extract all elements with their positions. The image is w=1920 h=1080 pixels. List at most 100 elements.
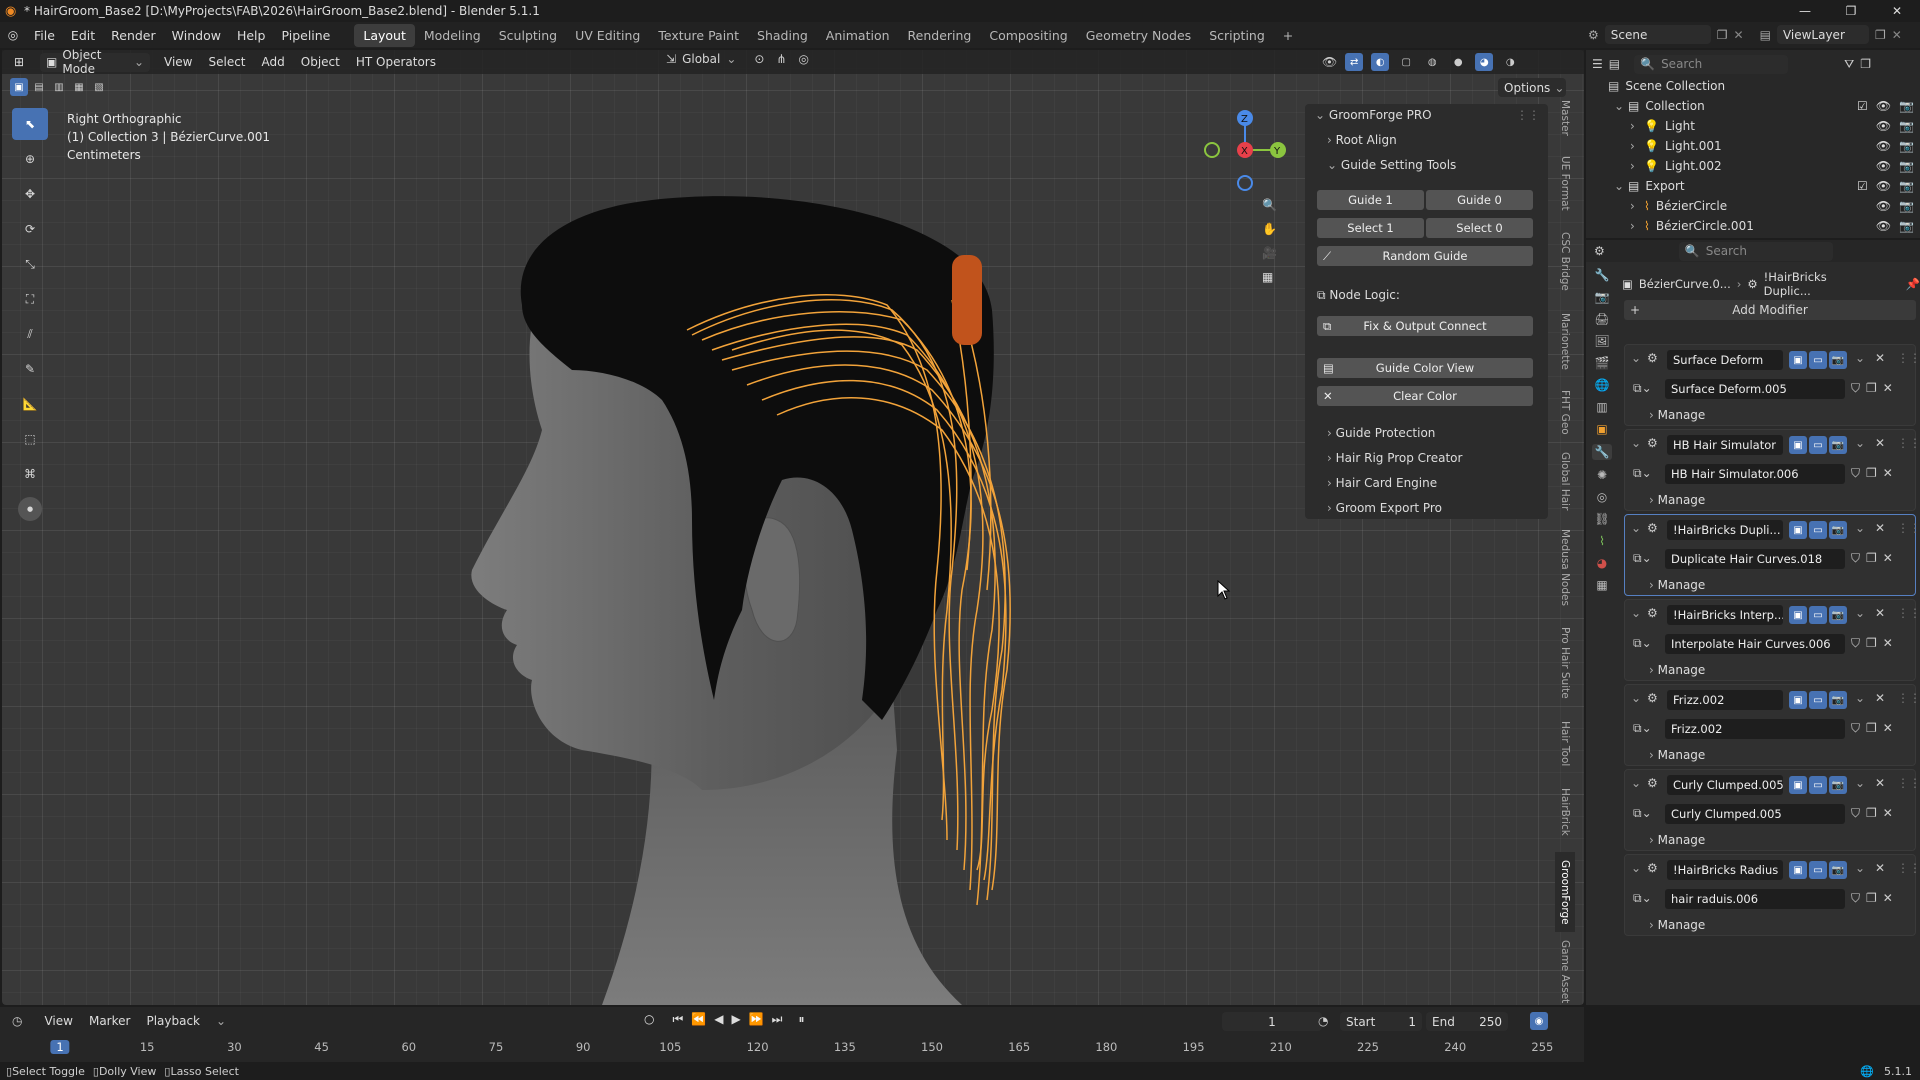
- texture-properties-icon[interactable]: ▦: [1596, 578, 1607, 592]
- section-guide-protection[interactable]: Guide Protection: [1336, 426, 1436, 440]
- drag-handle-icon[interactable]: ⋮⋮: [1897, 861, 1920, 875]
- unlink-icon[interactable]: ✕: [1883, 381, 1893, 396]
- scene-collection-row[interactable]: ▤ Scene Collection: [1586, 76, 1920, 96]
- tab-uv-editing[interactable]: UV Editing: [566, 24, 649, 47]
- fix-output-connect-button[interactable]: ⧉ Fix & Output Connect: [1317, 316, 1533, 336]
- node-group-field[interactable]: Frizz.002: [1665, 719, 1845, 739]
- maximize-icon[interactable]: ❐: [1828, 0, 1874, 22]
- chevron-down-icon[interactable]: ⌄: [1631, 436, 1641, 450]
- view-layer-selector[interactable]: ViewLayer: [1776, 25, 1869, 44]
- scale-tool[interactable]: ⤡: [12, 248, 48, 280]
- move-tool[interactable]: ✥: [12, 178, 48, 210]
- modifier-dropdown-icon[interactable]: ⌄: [1855, 521, 1865, 535]
- modifier-dropdown-icon[interactable]: ⌄: [1855, 861, 1865, 875]
- collection-properties-icon[interactable]: ▥: [1596, 400, 1607, 414]
- tab-medusa-nodes[interactable]: Medusa Nodes: [1555, 524, 1575, 610]
- outliner-row[interactable]: › 💡 Light.001 👁 📷: [1586, 136, 1920, 156]
- tab-scripting[interactable]: Scripting: [1200, 24, 1274, 47]
- cursor-tool[interactable]: ⊕: [12, 143, 48, 175]
- select-subtract-icon[interactable]: ▥: [50, 78, 68, 96]
- drag-handle-icon[interactable]: ⋮⋮: [1897, 436, 1920, 450]
- node-tree-icon[interactable]: ⧉⌄: [1633, 381, 1652, 396]
- node-tree-icon[interactable]: ⧉⌄: [1633, 466, 1652, 481]
- menu-file[interactable]: File: [26, 28, 63, 43]
- modifier-panel[interactable]: ⌄ ⚙ Curly Clumped.005 ▣ ▭ 📷 ⌄ ✕ ⋮⋮ ⧉⌄ Curly Clumpe…: [1624, 769, 1920, 851]
- menu-pipeline[interactable]: Pipeline: [273, 28, 338, 43]
- section-hair-card-engine[interactable]: Hair Card Engine: [1336, 476, 1437, 490]
- tab-hair-tool[interactable]: Hair Tool: [1555, 716, 1575, 772]
- editor-type-icon[interactable]: ⊞: [2, 55, 36, 69]
- edit-mode-toggle-icon[interactable]: ▣: [1789, 351, 1807, 369]
- viewport-toggle-icon[interactable]: ▭: [1809, 776, 1827, 794]
- tab-master[interactable]: Master: [1555, 96, 1575, 140]
- outliner-row[interactable]: › 💡 Light 👁 📷: [1586, 116, 1920, 136]
- viewport-toggle-icon[interactable]: ▭: [1809, 351, 1827, 369]
- select-extend-icon[interactable]: ▤: [30, 78, 48, 96]
- transform-orientation[interactable]: Global: [682, 52, 720, 66]
- select-new-icon[interactable]: ▣: [10, 78, 28, 96]
- modifier-panel[interactable]: ⌄ ⚙ !HairBricks Radius ▣ ▭ 📷 ⌄ ✕ ⋮⋮ ⧉⌄ hair raduis…: [1624, 854, 1920, 936]
- properties-search-input[interactable]: 🔍 Search: [1678, 241, 1833, 261]
- outliner-row[interactable]: › ⌇ BézierCircle 👁 📷: [1586, 196, 1920, 216]
- chevron-right-icon[interactable]: ›: [1630, 219, 1644, 233]
- fake-user-icon[interactable]: ⛉: [1851, 806, 1860, 821]
- viewport-toggle-icon[interactable]: ▭: [1809, 436, 1827, 454]
- fake-user-icon[interactable]: ⛉: [1851, 551, 1860, 566]
- section-guide-setting-tools[interactable]: Guide Setting Tools: [1341, 158, 1456, 172]
- chevron-down-icon[interactable]: ⌄: [1631, 351, 1641, 365]
- tab-geometry-nodes[interactable]: Geometry Nodes: [1077, 24, 1200, 47]
- modifier-properties-icon[interactable]: 🔧: [1591, 444, 1613, 460]
- menu-help[interactable]: Help: [229, 28, 274, 43]
- tab-texture-paint[interactable]: Texture Paint: [649, 24, 748, 47]
- edit-mode-toggle-icon[interactable]: ▣: [1789, 521, 1807, 539]
- modifier-panel[interactable]: ⌄ ⚙ !HairBricks Interp... ▣ ▭ 📷 ⌄ ✕ ⋮⋮ ⧉⌄ Interpol…: [1624, 599, 1920, 681]
- duplicate-icon[interactable]: ❐: [1866, 381, 1877, 396]
- manage-subpanel[interactable]: › Manage: [1649, 833, 1705, 847]
- drag-handle-icon[interactable]: ⋮⋮: [1897, 606, 1920, 620]
- tab-shading[interactable]: Shading: [748, 24, 817, 47]
- snap-icon[interactable]: ⋔: [776, 52, 786, 66]
- render-toggle-icon[interactable]: 📷: [1829, 776, 1847, 794]
- drag-handle-icon[interactable]: ⋮⋮: [1897, 521, 1920, 535]
- drag-handle-icon[interactable]: ⋮⋮: [1897, 776, 1920, 790]
- tab-game-asset[interactable]: Game Asset: [1555, 940, 1575, 1004]
- add-workspace-icon[interactable]: +: [1274, 24, 1302, 47]
- random-guide-button[interactable]: ⟋ Random Guide: [1317, 246, 1533, 266]
- object-properties-icon[interactable]: ▣: [1596, 422, 1607, 436]
- modifier-name-field[interactable]: HB Hair Simulator: [1667, 435, 1783, 455]
- eye-icon[interactable]: 👁: [1876, 199, 1891, 213]
- drag-handle-icon[interactable]: ⋮⋮: [1897, 351, 1920, 365]
- timeline-editor-icon[interactable]: ◷: [12, 1014, 22, 1028]
- material-properties-icon[interactable]: ◕: [1597, 556, 1607, 570]
- add-modifier-button[interactable]: + Add Modifier: [1624, 300, 1916, 320]
- clear-color-button[interactable]: ✕ Clear Color: [1317, 386, 1533, 406]
- section-hair-rig-prop-creator[interactable]: Hair Rig Prop Creator: [1336, 451, 1463, 465]
- new-view-layer-icon[interactable]: ❐: [1875, 28, 1886, 42]
- rotate-tool[interactable]: ⟳: [12, 213, 48, 245]
- unlink-icon[interactable]: ✕: [1883, 891, 1893, 906]
- node-tree-icon[interactable]: ⧉⌄: [1633, 806, 1652, 821]
- hair-tool[interactable]: ⫽: [12, 318, 48, 350]
- current-frame-field[interactable]: 1: [1222, 1012, 1322, 1031]
- breadcrumb-modifier[interactable]: !HairBricks Duplic...: [1764, 270, 1876, 298]
- solid-shading-icon[interactable]: ●: [1449, 53, 1467, 71]
- remove-modifier-icon[interactable]: ✕: [1875, 521, 1885, 535]
- duplicate-icon[interactable]: ❐: [1866, 636, 1877, 651]
- node-tree-icon[interactable]: ⧉⌄: [1633, 636, 1652, 651]
- guide-1-button[interactable]: Guide 1: [1317, 190, 1424, 210]
- viewport-toggle-icon[interactable]: ▭: [1809, 521, 1827, 539]
- exclude-checkbox-icon[interactable]: ☑: [1857, 179, 1868, 193]
- duplicate-icon[interactable]: ❐: [1866, 551, 1877, 566]
- modifier-panel[interactable]: ⌄ ⚙ Frizz.002 ▣ ▭ 📷 ⌄ ✕ ⋮⋮ ⧉⌄ Frizz.002 ⛉ ❐ ✕ › Manage: [1624, 684, 1920, 766]
- particles-properties-icon[interactable]: ✺: [1597, 468, 1607, 482]
- viewport-toggle-icon[interactable]: ▭: [1809, 691, 1827, 709]
- unlink-icon[interactable]: ✕: [1883, 551, 1893, 566]
- options-dropdown[interactable]: Options ⌄: [1498, 78, 1566, 97]
- play-reverse-icon[interactable]: ◀: [714, 1012, 723, 1027]
- manage-subpanel[interactable]: › Manage: [1649, 663, 1705, 677]
- modifier-panel[interactable]: ⌄ ⚙ Surface Deform ▣ ▭ 📷 ⌄ ✕ ⋮⋮ ⧉⌄ Surface Deform.…: [1624, 344, 1920, 426]
- tab-modeling[interactable]: Modeling: [415, 24, 490, 47]
- rendered-shading-icon[interactable]: ◑: [1501, 53, 1519, 71]
- edit-mode-toggle-icon[interactable]: ▣: [1789, 436, 1807, 454]
- chevron-down-icon[interactable]: ⌄: [1631, 521, 1641, 535]
